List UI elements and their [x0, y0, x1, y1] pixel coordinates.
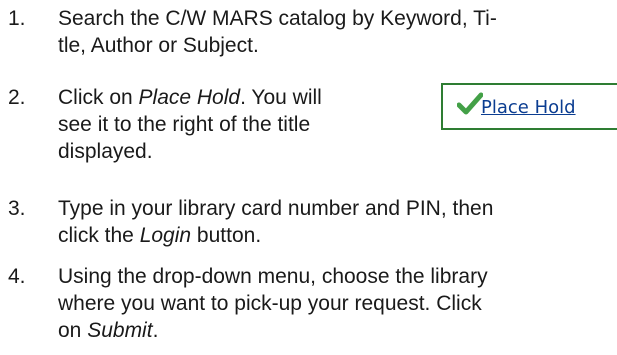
step-text-line: Click on Place Hold. You will: [58, 86, 322, 109]
step-text-line: displayed.: [58, 140, 153, 163]
step-text-line: Type in your library card number and PIN…: [58, 197, 494, 220]
step-text-line: on Submit.: [58, 319, 159, 342]
step-text-line: Search the C/W MARS catalog by Keyword, …: [58, 7, 497, 30]
place-hold-image: Place Hold: [441, 83, 617, 130]
step-text-line: Using the drop-down menu, choose the lib…: [58, 265, 488, 288]
submit-term: Submit: [87, 319, 153, 342]
step-number: 2.: [8, 86, 26, 109]
step-number: 4.: [8, 265, 26, 288]
step-number: 3.: [8, 197, 26, 220]
place-hold-link[interactable]: Place Hold: [481, 97, 576, 118]
login-term: Login: [139, 224, 192, 247]
step-text-line: click the Login button.: [58, 224, 262, 247]
checkmark-icon: [457, 92, 483, 115]
step-number: 1.: [8, 7, 26, 30]
place-hold-term: Place Hold: [138, 86, 241, 109]
step-text-line: see it to the right of the title: [58, 113, 311, 136]
step-text-line: where you want to pick-up your request. …: [58, 292, 482, 315]
step-text-line: tle, Author or Subject.: [58, 34, 259, 57]
